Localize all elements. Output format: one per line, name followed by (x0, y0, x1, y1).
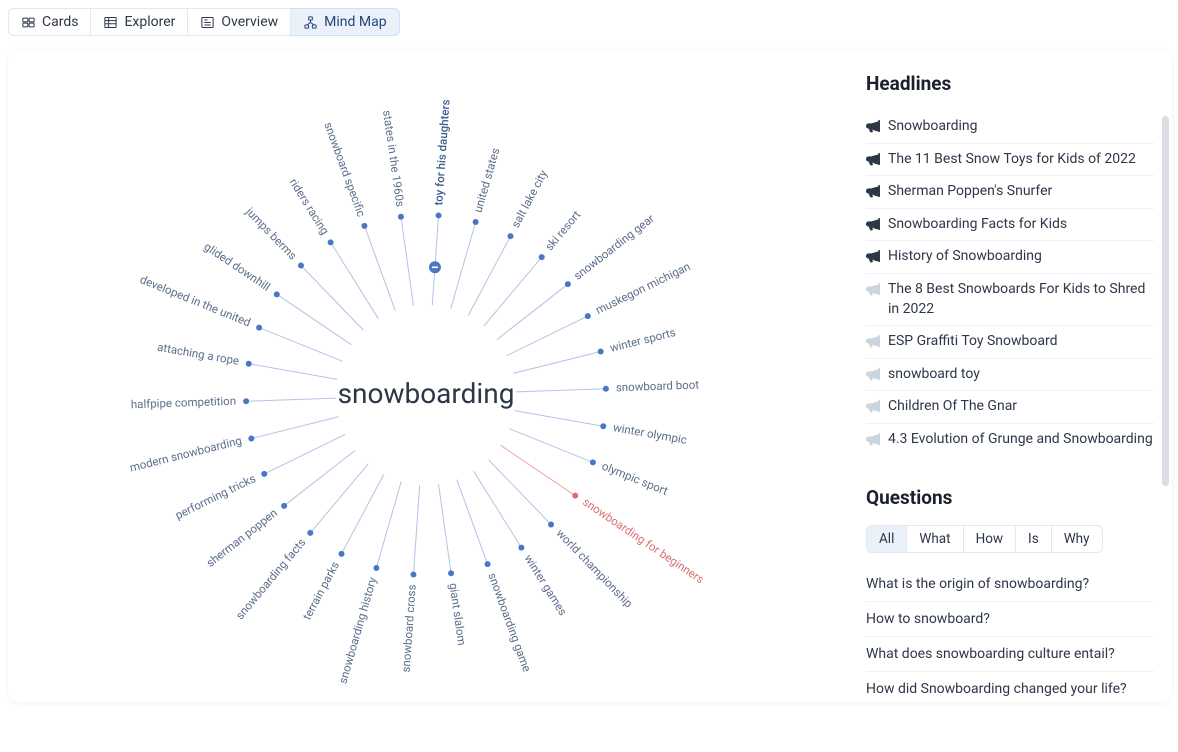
question-filters: AllWhatHowIsWhy (866, 525, 1154, 553)
mindmap-branch[interactable]: attaching a rope (156, 340, 240, 368)
question-item[interactable]: What does snowboarding culture entail? (866, 637, 1154, 672)
tab-label: Overview (221, 14, 278, 30)
sidebar: Headlines Snowboarding The 11 Best Snow T… (854, 50, 1172, 702)
headline-text: ESP Graffiti Toy Snowboard (888, 332, 1058, 352)
mindmap-branch[interactable]: winter games (522, 552, 571, 618)
mindmap-branch[interactable]: winter olympic (612, 420, 688, 447)
headline-item[interactable]: Snowboarding Facts for Kids (866, 209, 1154, 242)
tab-label: Explorer (124, 14, 175, 30)
mindmap-branch[interactable]: winter sports (608, 325, 677, 355)
mindmap-branch[interactable]: snowboard boot (616, 377, 700, 394)
headline-text: 4.3 Evolution of Grunge and Snowboarding (888, 430, 1153, 450)
table-icon (103, 15, 118, 30)
mindmap-branch[interactable]: snowboard specific (321, 120, 368, 218)
bullhorn-icon (866, 367, 880, 381)
questions-title: Questions (866, 486, 1154, 509)
headlines-list: Snowboarding The 11 Best Snow Toys for Ki… (866, 111, 1154, 456)
mindmap-branch[interactable]: snowboarding history (336, 575, 380, 685)
tab-explorer[interactable]: Explorer (91, 8, 188, 36)
bullhorn-icon (866, 432, 880, 446)
headline-item[interactable]: The 11 Best Snow Toys for Kids of 2022 (866, 144, 1154, 177)
headline-text: Sherman Poppen's Snurfer (888, 182, 1052, 202)
headline-item[interactable]: Snowboarding (866, 111, 1154, 144)
headline-text: The 8 Best Snowboards For Kids to Shred … (888, 280, 1154, 319)
tab-label: Cards (42, 14, 78, 30)
mindmap-branch[interactable]: ski resort (542, 208, 584, 254)
filter-all[interactable]: All (866, 525, 907, 553)
mindmap-branch[interactable]: salt lake city (508, 167, 550, 230)
mindmap-branch[interactable]: modern snowboarding (128, 433, 243, 474)
question-item[interactable]: What is the origin of snowboarding? (866, 567, 1154, 602)
tab-label: Mind Map (324, 14, 386, 30)
filter-how[interactable]: How (964, 525, 1016, 553)
mindmap-branch[interactable]: olympic sport (600, 459, 670, 498)
headline-item[interactable]: snowboard toy (866, 359, 1154, 392)
headlines-title: Headlines (866, 72, 1154, 95)
mindmap-branch[interactable]: world championship (554, 526, 636, 610)
tab-cards[interactable]: Cards (8, 8, 91, 36)
headline-text: The 11 Best Snow Toys for Kids of 2022 (888, 150, 1136, 170)
mindmap-branch[interactable]: performing tricks (173, 471, 258, 522)
mindmap-branch[interactable]: toy for his daughters (431, 99, 452, 206)
mindmap-branch[interactable]: muskegon michigan (593, 259, 692, 317)
mindmap-branch[interactable]: glided downhill (201, 239, 272, 294)
mindmap-branch[interactable]: snowboarding gear (571, 211, 657, 283)
tab-mindmap[interactable]: Mind Map (291, 8, 399, 36)
bullhorn-icon (866, 399, 880, 413)
filter-is[interactable]: Is (1016, 525, 1052, 553)
mindmap-center[interactable]: snowboarding (338, 377, 515, 410)
tab-overview[interactable]: Overview (188, 8, 291, 36)
bullhorn-icon (866, 152, 880, 166)
bullhorn-icon (866, 249, 880, 263)
headline-item[interactable]: 4.3 Evolution of Grunge and Snowboarding (866, 424, 1154, 456)
bullhorn-icon (866, 282, 880, 296)
mindmap-branch[interactable]: terrain parks (300, 559, 342, 622)
mindmap-branch[interactable]: snowboarding facts (233, 535, 309, 622)
bullhorn-icon (866, 217, 880, 231)
headline-text: Snowboarding (888, 117, 978, 137)
mindmap-branch[interactable]: halfpipe competition (131, 394, 237, 412)
mindmap-canvas[interactable]: states in the 1960s snowboard specificrid… (8, 50, 854, 702)
question-item[interactable]: How to snowboard? (866, 602, 1154, 637)
bullhorn-icon (866, 119, 880, 133)
headline-text: snowboard toy (888, 365, 980, 385)
scrollbar-thumb[interactable] (1162, 116, 1169, 486)
headline-item[interactable]: Sherman Poppen's Snurfer (866, 176, 1154, 209)
mindmap-branch[interactable]: snowboard cross (399, 584, 419, 673)
mindmap-branch[interactable]: united states (471, 146, 503, 214)
filter-what[interactable]: What (907, 525, 963, 553)
filter-why[interactable]: Why (1052, 525, 1103, 553)
mindmap-branch[interactable]: sherman poppen (203, 506, 280, 570)
mindmap-branch[interactable]: riders racing (287, 176, 333, 237)
headline-item[interactable]: The 8 Best Snowboards For Kids to Shred … (866, 274, 1154, 326)
questions-list: What is the origin of snowboarding?How t… (866, 567, 1154, 702)
headline-text: Children Of The Gnar (888, 397, 1017, 417)
bullhorn-icon (866, 334, 880, 348)
mindmap-branch[interactable]: jumps berms (243, 204, 300, 263)
headline-item[interactable]: Children Of The Gnar (866, 391, 1154, 424)
mindmap-branch[interactable]: giant slalom (446, 582, 469, 646)
mindmap-branch[interactable]: states in the 1960s (380, 109, 407, 207)
question-item[interactable]: How did Snowboarding changed your life? (866, 672, 1154, 702)
headline-item[interactable]: ESP Graffiti Toy Snowboard (866, 326, 1154, 359)
mindmap-branch[interactable]: snowboarding game (485, 571, 534, 674)
view-tabs: Cards Explorer Overview Mind Map (8, 8, 1172, 36)
newspaper-icon (200, 15, 215, 30)
bullhorn-icon (866, 184, 880, 198)
headline-text: History of Snowboarding (888, 247, 1042, 267)
headline-text: Snowboarding Facts for Kids (888, 215, 1067, 235)
hierarchy-icon (303, 15, 318, 30)
headline-item[interactable]: History of Snowboarding (866, 241, 1154, 274)
cards-icon (21, 15, 36, 30)
mindmap-branch[interactable]: developed in the united (138, 272, 253, 329)
